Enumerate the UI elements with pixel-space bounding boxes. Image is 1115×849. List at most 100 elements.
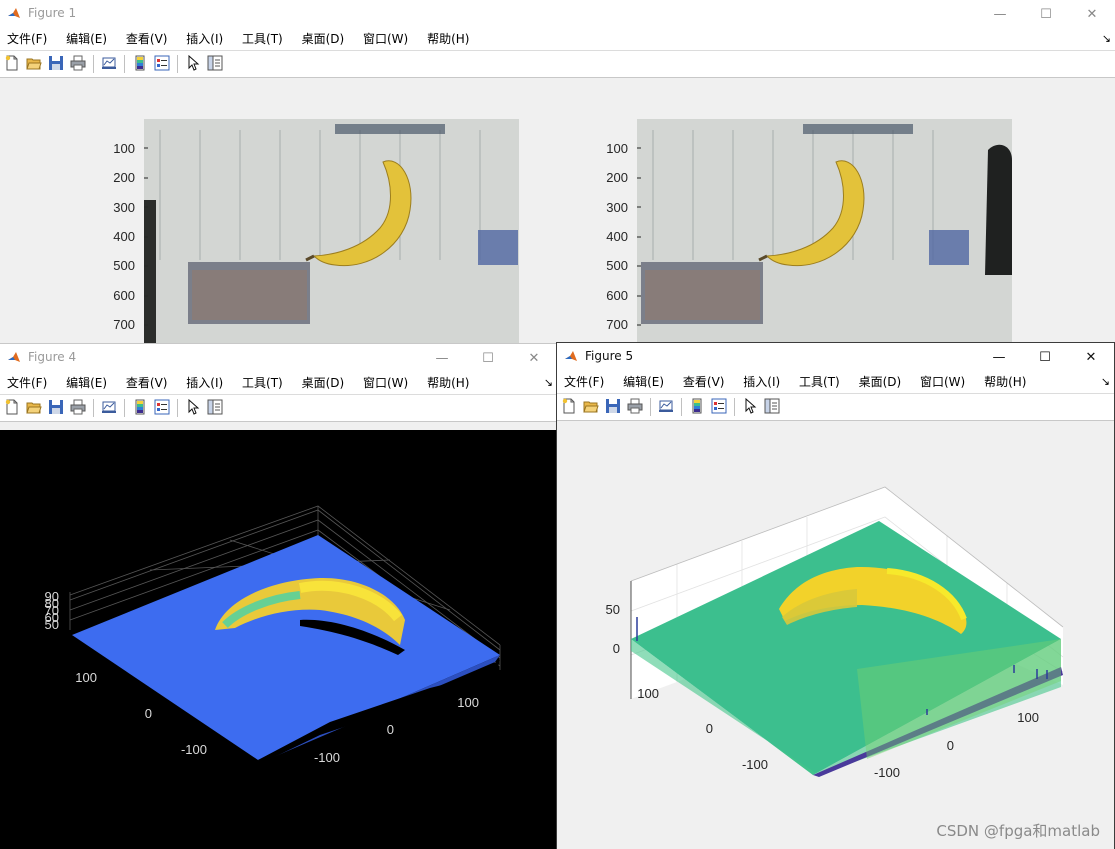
close-icon: ✕	[1085, 349, 1097, 365]
colorbar-button[interactable]	[129, 397, 151, 419]
colorbar-button[interactable]	[129, 53, 151, 75]
menu-tools[interactable]: 工具(T)	[242, 28, 283, 50]
menu-file[interactable]: 文件(F)	[7, 372, 47, 394]
menu-insert[interactable]: 插入(I)	[186, 372, 223, 394]
menu-overflow-icon[interactable]: ↘	[1102, 32, 1111, 45]
minimize-icon: —	[435, 350, 449, 366]
pointer-button[interactable]	[182, 397, 204, 419]
toolbar	[0, 50, 1115, 78]
x-tick-label: -100	[873, 765, 900, 780]
image-axes-left[interactable]	[100, 110, 530, 343]
menu-help[interactable]: 帮助(H)	[984, 371, 1026, 393]
y-tick-label: 500	[606, 258, 628, 273]
title-bar[interactable]: Figure 1 — ☐ ✕	[0, 0, 1115, 28]
menu-overflow-icon[interactable]: ↘	[1101, 375, 1110, 388]
menu-tools[interactable]: 工具(T)	[242, 372, 283, 394]
property-inspector-button[interactable]	[204, 397, 226, 419]
image-axes-right[interactable]	[593, 110, 1023, 343]
menu-edit[interactable]: 编辑(E)	[623, 371, 664, 393]
new-figure-icon	[561, 398, 577, 417]
menu-window[interactable]: 窗口(W)	[920, 371, 965, 393]
minimize-button[interactable]: —	[976, 343, 1022, 371]
link-plot-button[interactable]	[98, 53, 120, 75]
menu-view[interactable]: 查看(V)	[683, 371, 725, 393]
menu-file[interactable]: 文件(F)	[7, 28, 47, 50]
menu-tools[interactable]: 工具(T)	[799, 371, 840, 393]
save-button[interactable]	[45, 397, 67, 419]
y-tick-label: -100	[741, 757, 768, 772]
link-plot-button[interactable]	[98, 397, 120, 419]
menu-help[interactable]: 帮助(H)	[427, 372, 469, 394]
new-figure-button[interactable]	[1, 397, 23, 419]
menu-insert[interactable]: 插入(I)	[743, 371, 780, 393]
colorbar-button[interactable]	[686, 396, 708, 418]
window-title: Figure 1	[28, 6, 77, 20]
pointer-button[interactable]	[182, 53, 204, 75]
newspaper-columns	[144, 119, 519, 343]
property-inspector-icon	[207, 55, 223, 74]
new-figure-button[interactable]	[558, 396, 580, 418]
surface-plane	[72, 535, 500, 760]
menu-view[interactable]: 查看(V)	[126, 28, 168, 50]
property-inspector-button[interactable]	[761, 396, 783, 418]
matlab-icon	[565, 351, 577, 361]
property-inspector-icon	[764, 398, 780, 417]
plot-area[interactable]	[557, 429, 1115, 849]
close-button[interactable]: ✕	[511, 344, 557, 372]
legend-icon	[711, 398, 727, 417]
new-figure-button[interactable]	[1, 53, 23, 75]
maximize-button[interactable]: ☐	[465, 344, 511, 372]
open-file-button[interactable]	[580, 396, 602, 418]
title-bar[interactable]: Figure 4 — ☐ ✕	[0, 344, 557, 372]
y-tick-label: 100	[606, 141, 628, 156]
plot-area[interactable]	[0, 430, 557, 849]
title-bar[interactable]: Figure 5 — ☐ ✕	[557, 343, 1114, 371]
y-tick-label: 300	[113, 200, 135, 215]
y-tick-label: 500	[113, 258, 135, 273]
surface-plot-3d[interactable]	[0, 430, 557, 849]
figure-4-window: Figure 4 — ☐ ✕ 文件(F) 编辑(E) 查看(V) 插入(I) 工…	[0, 343, 557, 849]
pointer-button[interactable]	[739, 396, 761, 418]
y-tick-label: 400	[606, 229, 628, 244]
menu-insert[interactable]: 插入(I)	[186, 28, 223, 50]
legend-button[interactable]	[151, 397, 173, 419]
save-button[interactable]	[602, 396, 624, 418]
menu-help[interactable]: 帮助(H)	[427, 28, 469, 50]
legend-button[interactable]	[151, 53, 173, 75]
menu-window[interactable]: 窗口(W)	[363, 372, 408, 394]
y-tick-label: 700	[606, 317, 628, 332]
print-button[interactable]	[624, 396, 646, 418]
maximize-button[interactable]: ☐	[1023, 0, 1069, 28]
close-button[interactable]: ✕	[1068, 343, 1114, 371]
window-title: Figure 5	[585, 349, 634, 363]
menu-edit[interactable]: 编辑(E)	[66, 372, 107, 394]
menu-desktop[interactable]: 桌面(D)	[302, 372, 345, 394]
maximize-button[interactable]: ☐	[1022, 343, 1068, 371]
property-inspector-button[interactable]	[204, 53, 226, 75]
toolbar-separator	[177, 55, 178, 73]
menu-edit[interactable]: 编辑(E)	[66, 28, 107, 50]
x-tick-label: 100	[457, 695, 479, 710]
maximize-icon: ☐	[1040, 6, 1052, 22]
menu-file[interactable]: 文件(F)	[564, 371, 604, 393]
y-tick-label: 100	[637, 686, 659, 701]
menu-window[interactable]: 窗口(W)	[363, 28, 408, 50]
x-tick-label: 0	[386, 722, 394, 737]
minimize-button[interactable]: —	[419, 344, 465, 372]
link-plot-button[interactable]	[655, 396, 677, 418]
legend-button[interactable]	[708, 396, 730, 418]
open-file-button[interactable]	[23, 397, 45, 419]
close-button[interactable]: ✕	[1069, 0, 1115, 28]
print-button[interactable]	[67, 397, 89, 419]
open-file-button[interactable]	[23, 53, 45, 75]
menu-desktop[interactable]: 桌面(D)	[302, 28, 345, 50]
save-button[interactable]	[45, 53, 67, 75]
surface-plot-3d[interactable]	[557, 429, 1115, 849]
legend-icon	[154, 55, 170, 74]
minimize-button[interactable]: —	[977, 0, 1023, 28]
menu-overflow-icon[interactable]: ↘	[544, 376, 553, 389]
menu-desktop[interactable]: 桌面(D)	[859, 371, 902, 393]
x-tick-label: 0	[946, 738, 954, 753]
print-button[interactable]	[67, 53, 89, 75]
menu-view[interactable]: 查看(V)	[126, 372, 168, 394]
